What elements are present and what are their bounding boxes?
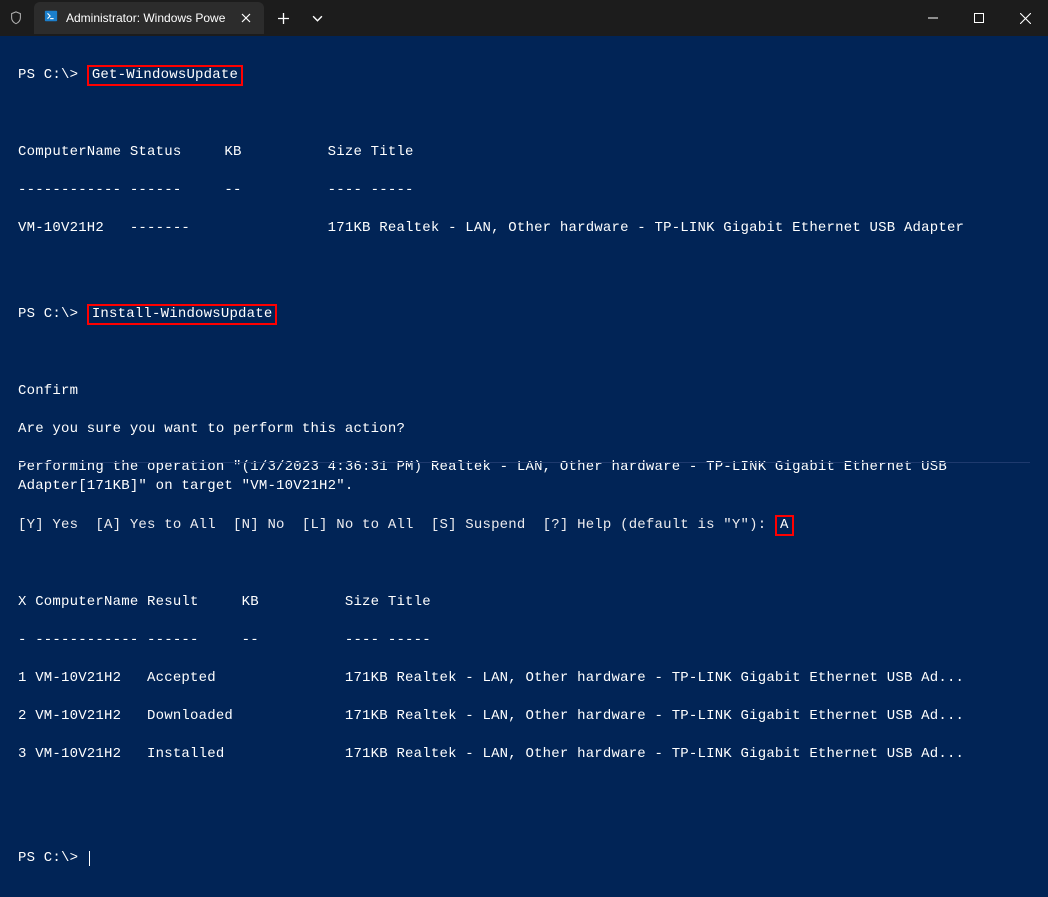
table-divider: ------------ ------ -- ---- ----- bbox=[18, 181, 1030, 200]
prompt: PS C:\> bbox=[18, 67, 78, 83]
close-button[interactable] bbox=[1002, 0, 1048, 36]
table-row: VM-10V21H2 ------- 171KB Realtek - LAN, … bbox=[18, 219, 1030, 238]
separator-line bbox=[18, 462, 1030, 463]
tab-title: Administrator: Windows Powe bbox=[66, 11, 230, 25]
maximize-button[interactable] bbox=[956, 0, 1002, 36]
terminal-output[interactable]: PS C:\> Get-WindowsUpdate ComputerName S… bbox=[0, 36, 1048, 897]
confirm-operation: Performing the operation "(1/3/2023 4:36… bbox=[18, 458, 1030, 496]
prompt: PS C:\> bbox=[18, 306, 78, 322]
table-header: ComputerName Status KB Size Title bbox=[18, 143, 1030, 162]
confirm-answer: A bbox=[775, 515, 794, 536]
window-controls bbox=[910, 0, 1048, 36]
confirm-question: Are you sure you want to perform this ac… bbox=[18, 420, 1030, 439]
powershell-icon bbox=[44, 9, 58, 28]
tab-close-icon[interactable] bbox=[238, 10, 254, 26]
tab-dropdown-button[interactable] bbox=[302, 3, 332, 33]
minimize-button[interactable] bbox=[910, 0, 956, 36]
confirm-title: Confirm bbox=[18, 382, 1030, 401]
confirm-choices: [Y] Yes [A] Yes to All [N] No [L] No to … bbox=[18, 517, 766, 533]
install-table-header: X ComputerName Result KB Size Title bbox=[18, 593, 1030, 612]
new-tab-button[interactable] bbox=[268, 3, 298, 33]
shield-icon bbox=[0, 11, 32, 25]
tab-powershell[interactable]: Administrator: Windows Powe bbox=[34, 2, 264, 34]
command-install-windowsupdate: Install-WindowsUpdate bbox=[87, 304, 278, 325]
table-row: 2 VM-10V21H2 Downloaded 171KB Realtek - … bbox=[18, 707, 1030, 726]
prompt: PS C:\> bbox=[18, 850, 78, 866]
command-get-windowsupdate: Get-WindowsUpdate bbox=[87, 65, 243, 86]
install-table-divider: - ------------ ------ -- ---- ----- bbox=[18, 631, 1030, 650]
table-row: 1 VM-10V21H2 Accepted 171KB Realtek - LA… bbox=[18, 669, 1030, 688]
table-row: 3 VM-10V21H2 Installed 171KB Realtek - L… bbox=[18, 745, 1030, 764]
titlebar: Administrator: Windows Powe bbox=[0, 0, 1048, 36]
cursor bbox=[89, 851, 90, 866]
